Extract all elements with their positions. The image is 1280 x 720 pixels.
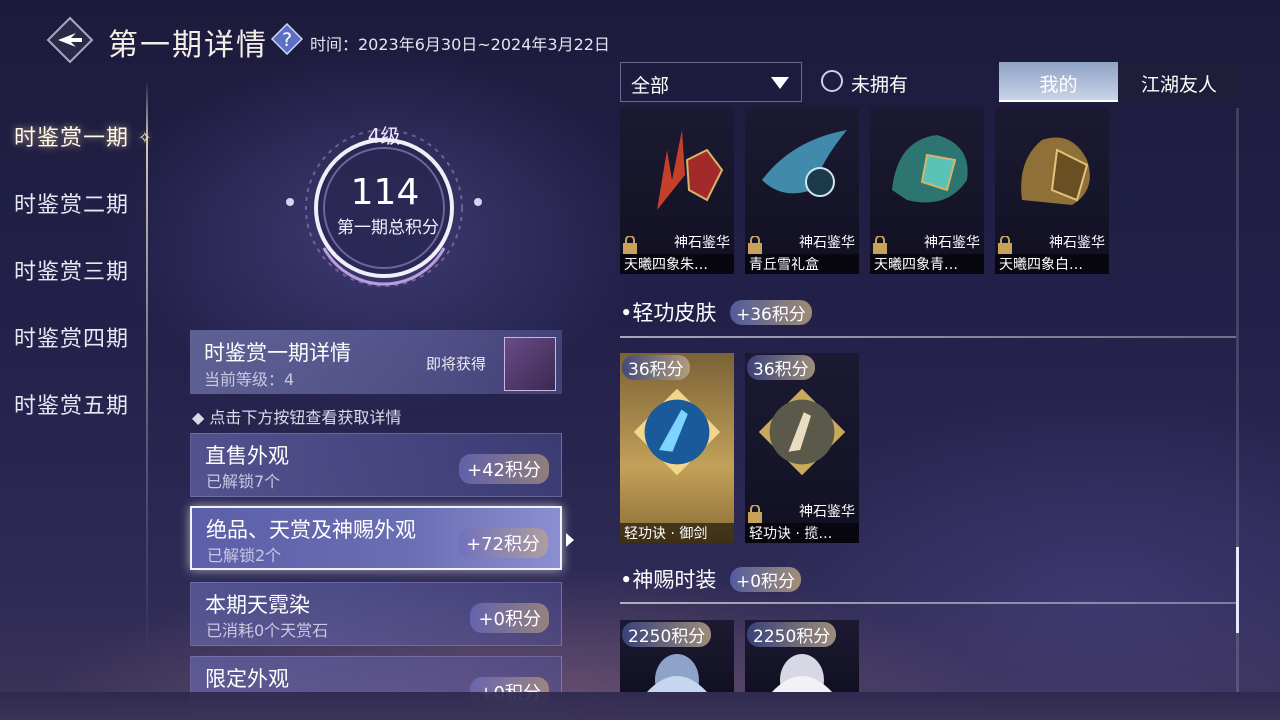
total-score: 114 — [350, 172, 420, 213]
category-points-badge: +42积分 — [459, 454, 549, 484]
fox-art-icon — [762, 130, 847, 197]
tab-friends[interactable]: 江湖友人 — [1118, 62, 1240, 102]
level-label: 4级 — [367, 124, 401, 148]
nav-item-label: 时鉴赏二期 — [14, 193, 130, 218]
item-points-badge: 36积分 — [747, 355, 815, 380]
section-divider — [620, 336, 1236, 338]
category-sub: 已解锁7个 — [206, 472, 281, 491]
nav-item-label: 时鉴赏一期 — [14, 126, 130, 151]
lock-icon — [748, 236, 762, 254]
phoenix-art-icon — [657, 130, 724, 210]
tab-mine[interactable]: 我的 — [999, 62, 1118, 102]
item-name: 天曦四象白… — [995, 254, 1109, 274]
lock-icon — [873, 236, 887, 254]
nav-item-period-3[interactable]: 时鉴赏三期 — [14, 254, 164, 321]
item-card[interactable]: 2250积分 — [620, 620, 734, 692]
item-name: 青丘雪礼盒 — [745, 254, 859, 274]
item-name: 天曦四象青… — [870, 254, 984, 274]
lock-icon — [623, 236, 637, 254]
unowned-label[interactable]: 未拥有 — [851, 70, 908, 97]
costume-portrait-icon — [772, 654, 832, 692]
unowned-radio[interactable] — [821, 70, 843, 92]
section-points-badge: +36积分 — [730, 300, 812, 325]
bottom-fade — [0, 692, 1280, 720]
item-card[interactable]: 36积分 轻功诀 · 御剑 — [620, 353, 734, 543]
moon-flight-art-icon — [758, 388, 846, 476]
nav-item-label: 时鉴赏五期 — [14, 394, 130, 419]
sparkle-icon: ✧ — [138, 128, 153, 147]
reward-thumbnail[interactable] — [504, 337, 556, 391]
item-source: 神石鉴华 — [799, 235, 855, 251]
svg-text:?: ? — [282, 29, 292, 51]
item-name: 天曦四象朱… — [620, 254, 734, 274]
section-title-shenci: •神赐时装 — [620, 568, 717, 592]
lock-icon — [748, 505, 762, 523]
back-button[interactable] — [46, 16, 94, 64]
dragon-art-icon — [892, 135, 968, 203]
period-nav: 时鉴赏一期 ✧ 时鉴赏二期 时鉴赏三期 时鉴赏四期 时鉴赏五期 — [14, 120, 164, 455]
category-premium[interactable]: 绝品、天赏及神赐外观 已解锁2个 +72积分 — [190, 506, 562, 570]
item-name: 轻功诀 · 揽… — [745, 523, 859, 543]
hint-text: ◆ 点击下方按钮查看获取详情 — [192, 408, 402, 427]
category-title: 限定外观 — [205, 667, 289, 691]
section-divider — [620, 602, 1236, 604]
lock-icon — [998, 236, 1012, 254]
category-title: 直售外观 — [205, 444, 289, 468]
nav-item-label: 时鉴赏四期 — [14, 327, 130, 352]
help-icon[interactable]: ? — [270, 22, 304, 56]
item-card[interactable]: 神石鉴华 天曦四象青… — [870, 108, 984, 274]
category-dye[interactable]: 本期天霓染 已消耗0个天赏石 +0积分 — [190, 582, 562, 646]
item-source: 神石鉴华 — [924, 235, 980, 251]
tiger-art-icon — [1021, 137, 1090, 205]
item-card[interactable]: 神石鉴华 青丘雪礼盒 — [745, 108, 859, 274]
nav-item-period-4[interactable]: 时鉴赏四期 — [14, 321, 164, 388]
category-points-badge: +72积分 — [458, 528, 548, 558]
nav-item-period-1[interactable]: 时鉴赏一期 ✧ — [14, 120, 164, 187]
category-title: 绝品、天赏及神赐外观 — [206, 518, 416, 542]
item-source: 神石鉴华 — [1049, 235, 1105, 251]
nav-item-label: 时鉴赏三期 — [14, 260, 130, 285]
category-direct-sale[interactable]: 直售外观 已解锁7个 +42积分 — [190, 433, 562, 497]
date-range: 时间：2023年6月30日~2024年3月22日 — [310, 35, 610, 54]
scrollbar-thumb[interactable] — [1236, 547, 1239, 633]
category-points-badge: +0积分 — [470, 603, 549, 633]
item-source: 神石鉴华 — [799, 504, 855, 520]
chevron-down-icon — [771, 77, 789, 89]
item-card[interactable]: 神石鉴华 天曦四象白… — [995, 108, 1109, 274]
nav-item-period-2[interactable]: 时鉴赏二期 — [14, 187, 164, 254]
item-name: 轻功诀 · 御剑 — [620, 523, 734, 543]
current-level: 当前等级：4 — [204, 370, 295, 389]
category-sub: 已解锁2个 — [207, 546, 282, 565]
item-points-badge: 36积分 — [622, 355, 690, 380]
item-card[interactable]: 36积分 神石鉴华 轻功诀 · 揽… — [745, 353, 859, 543]
selected-arrow-icon — [566, 533, 574, 547]
section-title-qinggong: •轻功皮肤 — [620, 301, 717, 325]
item-points-badge: 2250积分 — [622, 622, 712, 647]
sword-flight-art-icon — [633, 388, 721, 476]
page-title: 第一期详情 — [108, 28, 268, 63]
back-arrow-icon — [46, 16, 94, 64]
filter-dropdown[interactable]: 全部 — [620, 62, 802, 102]
category-title: 本期天霓染 — [205, 593, 310, 617]
detail-title: 时鉴赏一期详情 — [204, 341, 351, 365]
filter-value: 全部 — [631, 75, 670, 97]
item-source: 神石鉴华 — [674, 235, 730, 251]
section-points-badge: +0积分 — [730, 567, 802, 592]
tab-label: 我的 — [1039, 74, 1078, 96]
total-score-label: 第一期总积分 — [337, 218, 439, 238]
nav-item-period-5[interactable]: 时鉴赏五期 — [14, 388, 164, 455]
soon-label: 即将获得 — [426, 355, 487, 373]
tab-label: 江湖友人 — [1140, 74, 1217, 96]
item-card[interactable]: 2250积分 — [745, 620, 859, 692]
item-card[interactable]: 神石鉴华 天曦四象朱… — [620, 108, 734, 274]
costume-portrait-icon — [647, 654, 707, 692]
category-sub: 已消耗0个天赏石 — [206, 621, 329, 640]
item-points-badge: 2250积分 — [747, 622, 837, 647]
